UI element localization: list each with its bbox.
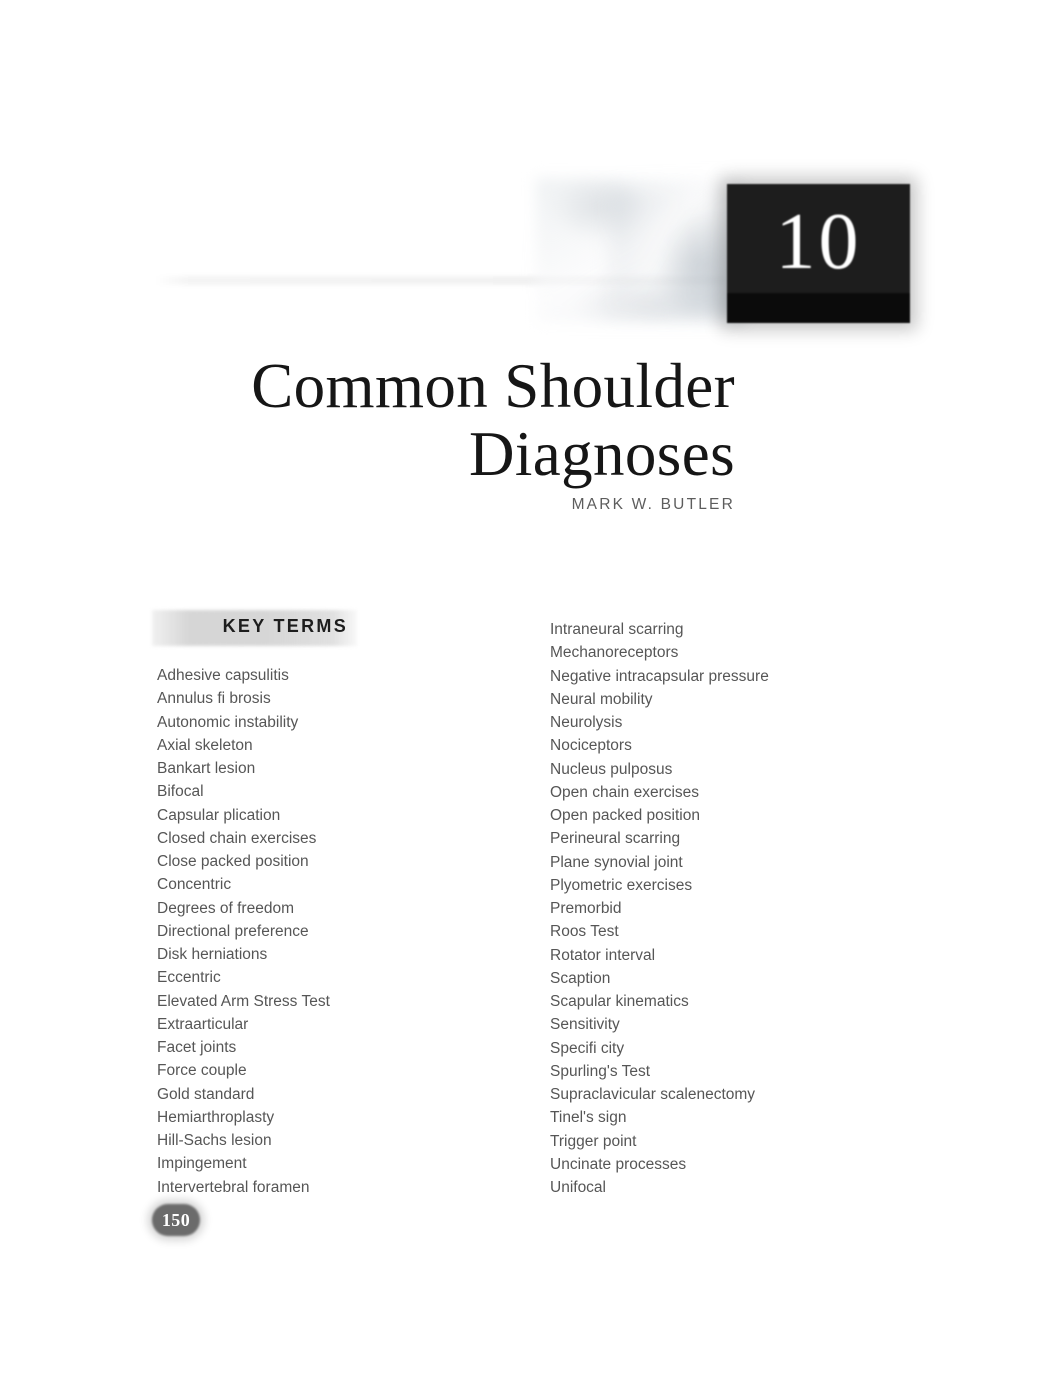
- chapter-header-zone: 10: [0, 0, 1062, 340]
- key-term-item: Unifocal: [550, 1179, 606, 1196]
- key-term-item: Close packed position: [157, 853, 309, 870]
- key-term-item: Bankart lesion: [157, 760, 256, 777]
- chapter-title-line-2: Diagnoses: [468, 419, 735, 489]
- book-page: 10 Common Shoulder Diagnoses MARK W. BUT…: [0, 0, 1062, 1377]
- key-term-item: Neural mobility: [550, 690, 653, 708]
- key-term-item: Plane synovial joint: [550, 853, 683, 871]
- key-term-item: Nociceptors: [550, 737, 632, 755]
- chapter-title-block: Common Shoulder Diagnoses MARK W. BUTLER: [0, 352, 735, 514]
- key-term-item: Plyometric exercises: [550, 876, 693, 894]
- key-term-item: Trigger point: [550, 1132, 637, 1150]
- key-terms-right-column: Intraneural scarring Mechanoreceptors Nega…: [550, 618, 950, 1199]
- key-term-item: Force couple: [157, 1062, 247, 1080]
- key-term-item: Bifocal: [157, 783, 204, 801]
- key-term-item: Supraclavicular scalenectomy: [550, 1086, 756, 1103]
- key-term-item: Hemiarthroplasty: [157, 1108, 275, 1126]
- key-terms-left-column: Adhesive capsulitis Annulus fi brosis Auto…: [157, 664, 517, 1199]
- key-term-item: Annulus fi brosis: [157, 690, 271, 708]
- key-term-item: Gold standard: [157, 1085, 255, 1103]
- key-term-item: Intervertebral foramen: [157, 1178, 310, 1196]
- chapter-number: 10: [775, 198, 862, 286]
- chapter-number-tab-inner: 10: [727, 184, 910, 323]
- key-term-item: Closed chain exercises: [157, 829, 317, 847]
- key-term-item: Eccentric: [157, 969, 221, 987]
- key-term-item: Uncinate processes: [550, 1155, 687, 1173]
- key-term-item: Negative intracapsular pressure: [550, 667, 769, 685]
- key-term-item: Premorbid: [550, 900, 622, 917]
- key-term-item: Open packed position: [550, 807, 700, 824]
- key-term-item: Neurolysis: [550, 714, 623, 731]
- key-term-item: Spurling's Test: [550, 1062, 651, 1080]
- key-term-item: Perineural scarring: [550, 830, 681, 848]
- key-term-item: Scaption: [550, 969, 611, 987]
- key-term-item: Axial skeleton: [157, 736, 253, 754]
- key-term-item: Sensitivity: [550, 1016, 620, 1034]
- page-number: 150: [161, 1210, 191, 1230]
- chapter-number-tab: 10: [727, 184, 910, 323]
- key-term-item: Roos Test: [550, 923, 619, 941]
- key-term-item: Disk herniations: [157, 946, 268, 963]
- key-term-item: Hill-Sachs lesion: [157, 1132, 272, 1149]
- chapter-title-line-1: Common Shoulder: [251, 351, 735, 421]
- key-term-item: Directional preference: [157, 922, 309, 940]
- key-term-item: Autonomic instability: [157, 713, 299, 731]
- key-term-item: Open chain exercises: [550, 783, 700, 801]
- key-term-item: Capsular plication: [157, 806, 281, 824]
- chapter-author: MARK W. BUTLER: [571, 496, 735, 513]
- key-term-item: Intraneural scarring: [550, 621, 684, 638]
- key-term-item: Scapular kinematics: [550, 993, 689, 1010]
- key-term-item: Concentric: [157, 876, 232, 894]
- key-term-item: Rotator interval: [550, 946, 656, 964]
- key-term-item: Tinel's sign: [550, 1109, 627, 1127]
- key-terms-heading: KEY TERMS: [222, 616, 348, 636]
- key-term-item: Mechanoreceptors: [550, 644, 679, 662]
- key-term-item: Specifi city: [550, 1039, 625, 1057]
- key-term-item: Facet joints: [157, 1039, 237, 1056]
- key-term-item: Elevated Arm Stress Test: [157, 992, 330, 1010]
- chapter-header-photo-overlay: [610, 190, 740, 315]
- key-term-item: Degrees of freedom: [157, 899, 294, 917]
- key-term-item: Extraarticular: [157, 1015, 249, 1033]
- key-term-item: Adhesive capsulitis: [157, 667, 289, 684]
- key-term-item: Nucleus pulposus: [550, 760, 673, 778]
- key-term-item: Impingement: [157, 1155, 247, 1173]
